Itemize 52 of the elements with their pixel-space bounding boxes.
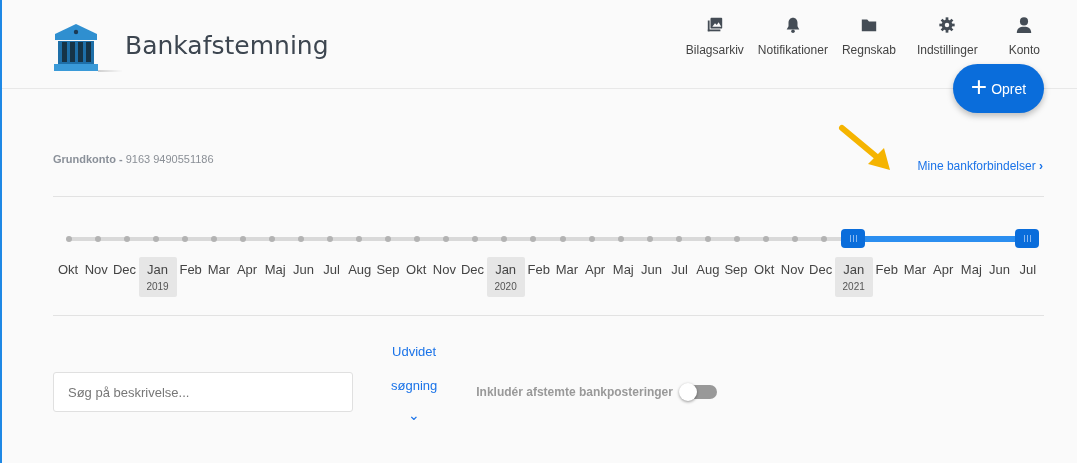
user-icon <box>1015 16 1034 34</box>
nav-link[interactable]: Konto <box>986 16 1047 57</box>
month-label: Sep <box>724 261 748 279</box>
month-label: Jun <box>292 261 314 279</box>
month-label: Mar <box>903 261 927 279</box>
nav-link[interactable]: Notifikationer <box>750 16 835 57</box>
slider-handle[interactable] <box>841 229 866 248</box>
account-label: Grundkonto - 9163 9490551186 <box>53 153 214 165</box>
month-label: Feb <box>527 261 550 279</box>
month-label: Dec <box>809 261 833 279</box>
month-label: Maj <box>960 261 982 279</box>
month-label: Nov <box>432 261 456 279</box>
month-label: Okt <box>57 261 79 279</box>
month-label: Feb <box>179 261 202 279</box>
nav-link[interactable]: Bilagsarkiv <box>678 16 751 57</box>
month-label: Maj <box>264 261 286 279</box>
year-marker: Jan 2021 <box>834 257 873 297</box>
year-marker: Jan 2019 <box>138 257 177 297</box>
month-label: Mar <box>207 261 231 279</box>
search-field[interactable]: Søg på beskrivelse... <box>53 372 353 412</box>
month-label: Aug <box>696 261 720 279</box>
month-label: Aug <box>348 261 372 279</box>
month-label: Apr <box>933 261 954 279</box>
month-label: Jul <box>323 261 340 279</box>
month-label: Nov <box>780 261 804 279</box>
nav-link[interactable]: Indstillinger <box>902 16 987 57</box>
month-label: Jul <box>671 261 688 279</box>
month-label: Maj <box>612 261 634 279</box>
toggle-label: Inkludér afstemte bankposteringer <box>476 384 673 399</box>
page-title: Bankafstemning <box>125 30 329 60</box>
month-label: Sep <box>376 261 400 279</box>
month-label: Okt <box>754 261 775 279</box>
year-marker: Jan 2020 <box>486 257 525 297</box>
month-label: Dec <box>112 261 137 279</box>
bank-connections-link[interactable]: Mine bankforbindelser › <box>917 159 1043 173</box>
month-label: Mar <box>555 261 579 279</box>
photos-icon <box>705 16 724 34</box>
toggle-switch[interactable] <box>680 384 717 399</box>
settings-icon <box>938 16 957 34</box>
month-label: Jun <box>989 261 1010 279</box>
month-label: Apr <box>236 261 258 279</box>
month-label: Nov <box>84 261 108 279</box>
nav-link[interactable]: Regnskab <box>834 16 903 57</box>
month-label: Dec <box>460 261 485 279</box>
month-label: Feb <box>875 261 898 279</box>
advanced-search-link[interactable]: Udvidet søgning ⌄ <box>391 344 438 420</box>
create-button[interactable]: +Opret <box>953 64 1044 113</box>
month-label: Apr <box>584 261 606 279</box>
month-label: Okt <box>406 261 427 279</box>
month-label: Jun <box>641 261 662 279</box>
slider-handle[interactable] <box>1015 229 1040 248</box>
month-label: Jul <box>1019 261 1037 279</box>
